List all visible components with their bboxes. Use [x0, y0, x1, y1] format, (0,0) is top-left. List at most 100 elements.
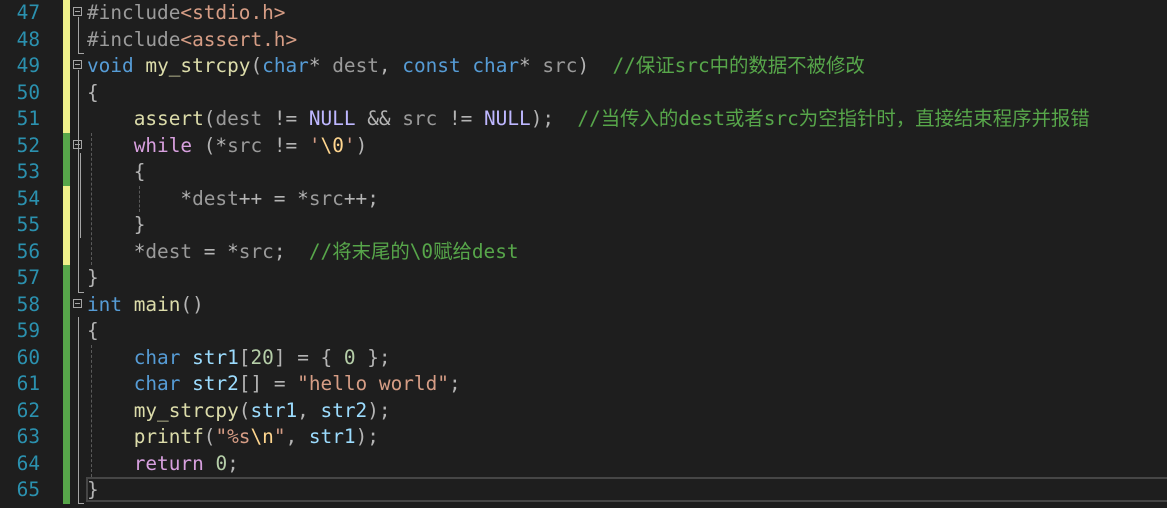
code-token: //当传入的dest或者src为空指针时，直接结束程序并报错 — [577, 107, 1090, 130]
code-token: ] = { — [273, 345, 344, 369]
change-marker — [63, 477, 70, 504]
code-token: ); — [530, 107, 578, 130]
code-token: main — [133, 292, 181, 316]
code-line[interactable]: 52 while (*src != '\0') — [0, 132, 1167, 159]
code-token: } — [87, 478, 99, 501]
line-number: 54 — [16, 186, 40, 210]
change-marker — [63, 238, 70, 265]
code-token: my_strcpy — [133, 398, 239, 422]
code-line[interactable]: 53 { — [0, 159, 1167, 186]
change-marker — [63, 212, 70, 239]
code-token: ; — [273, 239, 309, 263]
code-token: { — [87, 319, 99, 342]
code-line[interactable]: 64 return 0; — [0, 450, 1167, 477]
code-token: printf — [133, 425, 204, 448]
code-token: str2 — [192, 372, 239, 395]
code-token: ; — [227, 451, 239, 475]
code-line[interactable]: 57} — [0, 265, 1167, 292]
code-token: ); — [355, 425, 379, 448]
line-number: 50 — [16, 80, 40, 104]
code-text: } — [87, 212, 146, 239]
code-token: NULL — [308, 107, 356, 130]
change-marker — [63, 132, 70, 159]
code-line[interactable]: 54 *dest++ = *src++; — [0, 185, 1167, 212]
code-token: src — [227, 133, 263, 157]
code-token: ' — [308, 133, 321, 157]
code-token: [ — [238, 345, 251, 369]
line-number: 61 — [16, 372, 40, 395]
code-token: 20 — [250, 345, 274, 369]
code-token: [] = — [238, 372, 298, 395]
code-line[interactable]: 61 char str2[] = "hello world"; — [0, 371, 1167, 398]
code-token: ( — [203, 425, 216, 448]
code-token: <stdio.h> — [180, 1, 286, 24]
code-text: #include<stdio.h> — [87, 0, 285, 27]
change-marker — [63, 185, 70, 212]
code-line[interactable]: 59 { — [0, 318, 1167, 345]
code-text: #include<assert.h> — [87, 27, 297, 54]
code-line[interactable]: 50 { — [0, 79, 1167, 106]
code-token: void — [87, 54, 134, 77]
line-number: 57 — [16, 266, 40, 289]
code-token: = * — [192, 239, 239, 263]
code-token: , — [285, 425, 309, 448]
code-line[interactable]: 56 *dest = *src; //将末尾的\0赋给dest — [0, 238, 1167, 266]
collapse-icon[interactable] — [73, 139, 82, 149]
change-marker — [63, 79, 70, 106]
code-line[interactable]: 62 my_strcpy(str1, str2); — [0, 397, 1167, 424]
code-editor[interactable]: 47 #include<stdio.h> 48 #include<assert.h> 4… — [0, 0, 1167, 508]
code-line[interactable]: 60 char str1[20] = { 0 }; — [0, 344, 1167, 372]
code-line[interactable]: 58 int main() — [0, 291, 1167, 318]
code-token: char — [133, 345, 181, 369]
code-line[interactable]: 47 #include<stdio.h> — [0, 0, 1167, 27]
code-token: } — [87, 213, 146, 236]
change-marker — [63, 265, 70, 292]
code-token: ) — [355, 133, 368, 157]
code-token: ++; — [343, 186, 379, 210]
collapse-icon[interactable] — [73, 7, 82, 16]
code-line[interactable]: 48 #include<assert.h> — [0, 26, 1167, 54]
code-line[interactable]: 55 } — [0, 212, 1167, 239]
code-token: 0 — [343, 345, 356, 369]
line-number: 51 — [16, 107, 40, 130]
code-token: const — [402, 54, 461, 77]
code-token: * — [308, 54, 333, 77]
line-number: 60 — [16, 345, 40, 369]
code-text: void my_strcpy(char* dest, const char* s… — [87, 53, 865, 80]
code-token: != — [262, 133, 309, 157]
code-token: src — [238, 239, 274, 263]
code-token: dest — [192, 186, 239, 210]
code-token: str2 — [320, 398, 368, 422]
code-token: ' — [343, 133, 356, 157]
change-marker — [63, 424, 70, 451]
code-line[interactable]: 49 void my_strcpy(char* dest, const char*… — [0, 53, 1167, 80]
collapse-icon[interactable] — [73, 60, 82, 69]
code-token: char — [262, 54, 309, 77]
line-number: 63 — [16, 425, 40, 448]
code-text: *dest = *src; //将末尾的\0赋给dest — [87, 239, 519, 266]
code-text: char str1[20] = { 0 }; — [87, 345, 391, 372]
code-token: \0 — [320, 133, 344, 157]
code-token: src — [402, 107, 438, 130]
code-line[interactable]: 63 printf("%s\n", str1); — [0, 424, 1167, 451]
code-token: str1 — [250, 398, 298, 422]
code-text: printf("%s\n", str1); — [87, 424, 379, 451]
code-token: src — [308, 186, 344, 210]
collapse-icon[interactable] — [73, 298, 82, 308]
line-number: 47 — [16, 1, 40, 24]
code-token: }; — [355, 345, 391, 369]
code-line[interactable]: 65} — [0, 477, 1167, 504]
change-marker — [63, 106, 70, 133]
code-token: { — [87, 80, 99, 104]
line-number: 62 — [16, 398, 40, 422]
code-token: str1 — [308, 425, 356, 448]
code-line[interactable]: 51 assert(dest != NULL && src != NULL); … — [0, 106, 1167, 133]
code-token: "%s — [215, 425, 251, 448]
